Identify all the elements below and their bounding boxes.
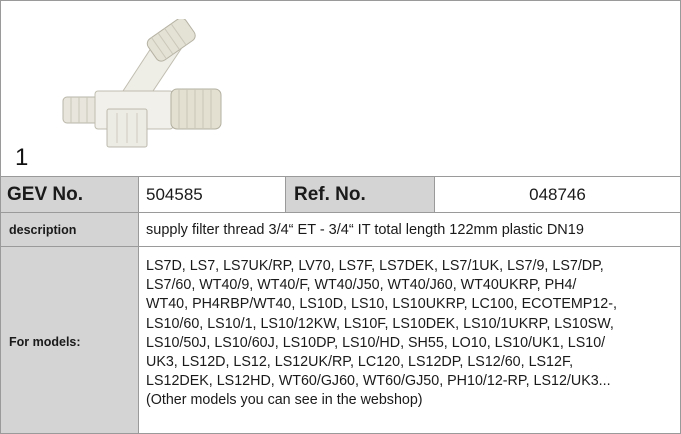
ref-number-label: Ref. No.: [286, 177, 435, 212]
gev-number-label: GEV No.: [1, 177, 139, 212]
description-value: supply filter thread 3/4“ ET - 3/4“ IT t…: [146, 221, 584, 238]
models-value: LS7D, LS7, LS7UK/RP, LV70, LS7F, LS7DEK,…: [139, 247, 680, 433]
models-line: LS12DEK, LS12HD, WT60/GJ60, WT60/GJ50, P…: [146, 373, 611, 390]
models-line: LS10/60, LS10/1, LS10/12KW, LS10F, LS10D…: [146, 315, 614, 332]
models-list: LS7D, LS7, LS7UK/RP, LV70, LS7F, LS7DEK,…: [146, 257, 617, 411]
models-line: LS7D, LS7, LS7UK/RP, LV70, LS7F, LS7DEK,…: [146, 258, 604, 274]
product-image-area: 1: [1, 1, 680, 177]
ref-number-value: 048746: [529, 184, 586, 204]
id-row: GEV No. 504585 Ref. No. 048746: [1, 177, 680, 213]
description-label: description: [1, 213, 139, 246]
product-image: [62, 19, 222, 148]
models-line: LS7/60, WT40/9, WT40/F, WT40/J50, WT40/J…: [146, 277, 577, 294]
models-row: For models: LS7D, LS7, LS7UK/RP, LV70, L…: [1, 247, 680, 433]
product-spec-card: 1 GEV No. 504585 Ref. No. 048746 descrip…: [0, 0, 681, 434]
description-row: description supply filter thread 3/4“ ET…: [1, 213, 680, 247]
models-line: UK3, LS12D, LS12, LS12UK/RP, LC120, LS12…: [146, 354, 574, 371]
models-line: WT40, PH4RBP/WT40, LS10D, LS10, LS10UKRP…: [146, 296, 617, 313]
models-line: LS10/50J, LS10/60J, LS10DP, LS10/HD, SH5…: [146, 334, 606, 351]
image-index-label: 1: [15, 144, 29, 171]
models-label: For models:: [1, 247, 139, 433]
models-line: (Other models you can see in the webshop…: [146, 392, 423, 409]
gev-number-value: 504585: [139, 177, 286, 212]
